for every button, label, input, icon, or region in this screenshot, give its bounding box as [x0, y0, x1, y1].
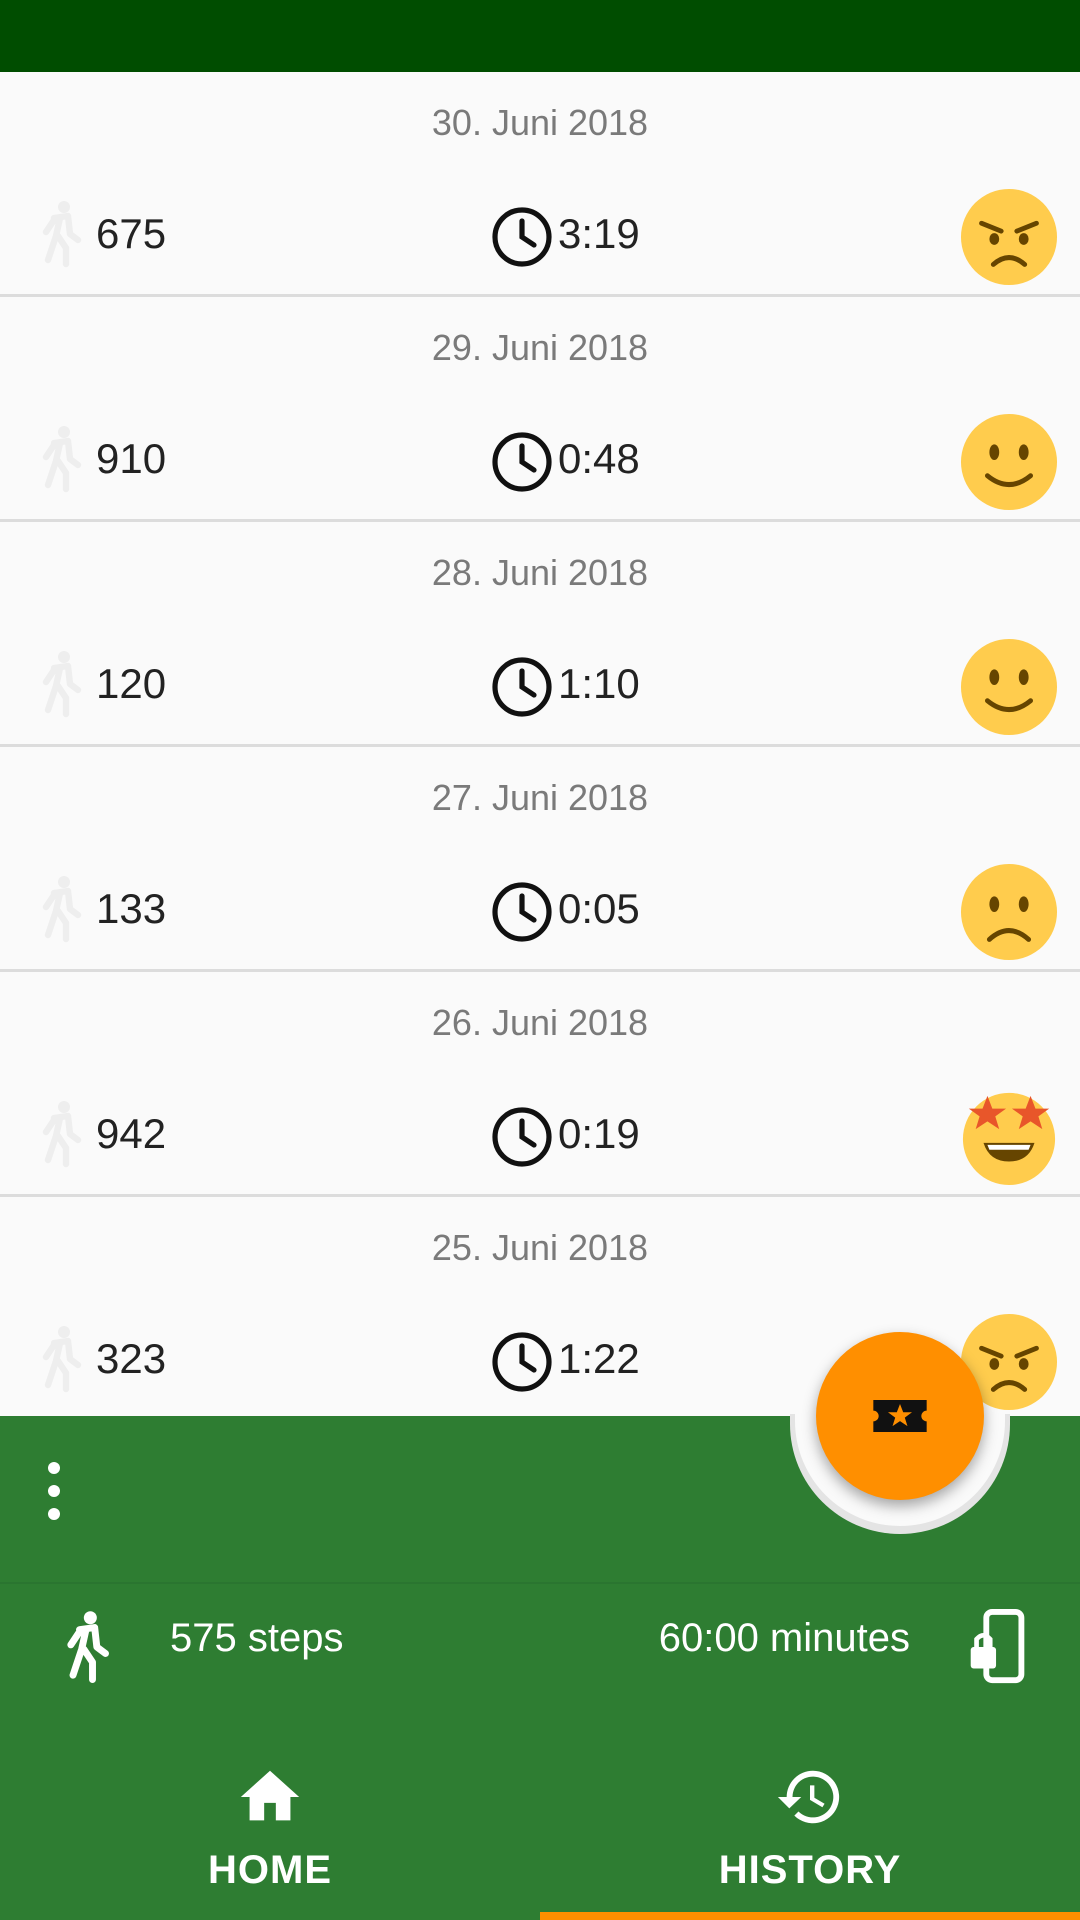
walking-icon: [42, 1326, 82, 1393]
entry-duration: 0:48: [558, 435, 640, 482]
entry-date: 28. Juni 2018: [431, 552, 649, 593]
overflow-menu-icon[interactable]: [44, 1462, 64, 1520]
entry-steps: 910: [96, 435, 167, 482]
star-struck-face-icon: [962, 1092, 1056, 1186]
entry-steps: 675: [96, 210, 167, 257]
entry-steps: 323: [96, 1335, 167, 1382]
nav-home[interactable]: HOME: [0, 1736, 540, 1920]
nav-home-label: HOME: [208, 1848, 332, 1892]
entry-date: 25. Juni 2018: [431, 1227, 649, 1268]
entry-duration: 1:22: [558, 1335, 640, 1382]
clock-icon: [492, 1332, 552, 1392]
clock-icon: [492, 882, 552, 942]
entry-date: 30. Juni 2018: [431, 102, 649, 143]
list-item[interactable]: 30. Juni 2018 675 3:19: [0, 72, 1080, 297]
walking-icon: [67, 1611, 109, 1683]
entry-date: 26. Juni 2018: [431, 1002, 649, 1043]
ticket-star-icon: [873, 1400, 927, 1432]
nav-history-label: HISTORY: [718, 1848, 902, 1892]
walking-icon: [42, 201, 82, 268]
history-icon: [777, 1770, 840, 1824]
history-list[interactable]: 30. Juni 2018 675 3:19 29. Juni 2018 910: [0, 72, 1080, 1416]
clock-icon: [492, 432, 552, 492]
entry-date: 27. Juni 2018: [431, 777, 649, 818]
phone-lock-icon: [970, 1608, 1025, 1684]
entry-duration: 0:19: [558, 1110, 640, 1157]
entry-duration: 1:10: [558, 660, 640, 707]
list-item[interactable]: 27. Juni 2018 133 0:05: [0, 747, 1080, 972]
clock-icon: [492, 207, 552, 267]
smiling-face-icon: [960, 638, 1058, 736]
frowning-face-icon: [960, 863, 1058, 961]
list-item[interactable]: 26. Juni 2018 942 0:19: [0, 972, 1080, 1197]
clock-icon: [492, 1107, 552, 1167]
rewards-fab-button[interactable]: [816, 1332, 984, 1500]
nav-active-indicator: [540, 1912, 1080, 1920]
walking-icon: [42, 1101, 82, 1168]
entry-duration: 3:19: [558, 210, 640, 257]
summary-steps: 575 steps: [170, 1616, 344, 1660]
summary-minutes: 60:00 minutes: [658, 1616, 910, 1660]
clock-icon: [492, 657, 552, 717]
home-icon: [240, 1770, 300, 1821]
angry-face-icon: [960, 188, 1058, 286]
status-bar: [0, 0, 1080, 72]
entry-steps: 942: [96, 1110, 167, 1157]
entry-steps: 133: [96, 885, 167, 932]
walking-icon: [42, 876, 82, 943]
nav-history[interactable]: HISTORY: [540, 1736, 1080, 1920]
list-item[interactable]: 28. Juni 2018 120 1:10: [0, 522, 1080, 747]
entry-duration: 0:05: [558, 885, 640, 932]
entry-date: 29. Juni 2018: [431, 327, 649, 368]
smiling-face-icon: [960, 413, 1058, 511]
list-item[interactable]: 29. Juni 2018 910 0:48: [0, 297, 1080, 522]
walking-icon: [42, 426, 82, 493]
entry-steps: 120: [96, 660, 167, 707]
walking-icon: [42, 651, 82, 718]
divider: [0, 1582, 1080, 1584]
